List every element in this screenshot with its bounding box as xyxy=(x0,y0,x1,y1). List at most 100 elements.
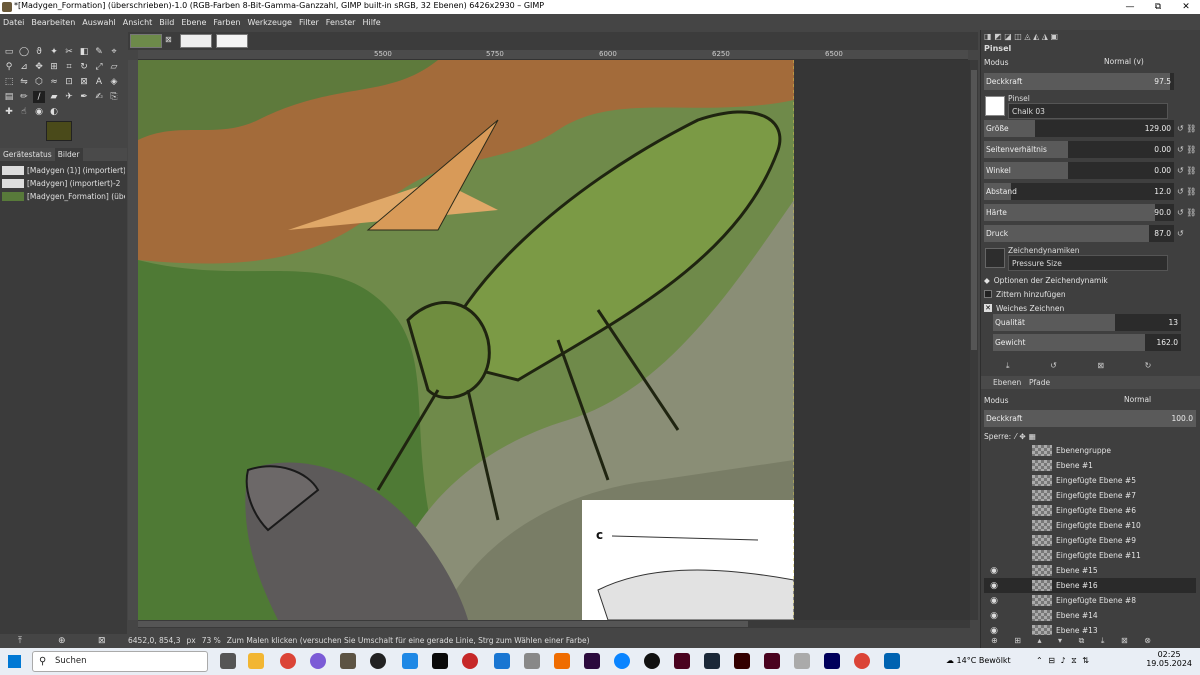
flip-icon[interactable]: ⇋ xyxy=(18,76,30,88)
crop-icon[interactable]: ⌗ xyxy=(63,61,75,73)
scissors-icon[interactable]: ✂ xyxy=(63,46,75,58)
layer-opacity-slider[interactable]: Deckkraft 100.0 xyxy=(984,410,1196,427)
visibility-icon[interactable]: ◉ xyxy=(984,566,1004,576)
app-icon[interactable] xyxy=(402,653,418,669)
tab-pfade[interactable]: Pfade xyxy=(1029,378,1050,387)
cage-icon[interactable]: ⬡ xyxy=(33,76,45,88)
layer-item[interactable]: Eingefügte Ebene #9 xyxy=(984,533,1196,548)
tray-icons[interactable]: ⌃ ⊟ ♪ ⧖ ⇅ xyxy=(1036,656,1089,666)
reset-icon[interactable]: ↺ xyxy=(1177,229,1197,238)
foreground-color[interactable] xyxy=(46,121,72,141)
tab-bilder[interactable]: Bilder xyxy=(54,148,83,161)
ellipse-select-icon[interactable]: ◯ xyxy=(18,46,30,58)
menu-hilfe[interactable]: Hilfe xyxy=(362,18,380,27)
paintbrush-icon[interactable]: / xyxy=(33,91,45,103)
visibility-icon[interactable]: ◉ xyxy=(984,611,1004,621)
unified-transform-icon[interactable]: ⊠ xyxy=(78,76,90,88)
indesign-icon[interactable] xyxy=(764,653,780,669)
layer-item[interactable]: Eingefügte Ebene #11 xyxy=(984,548,1196,563)
chrome-icon[interactable] xyxy=(280,653,296,669)
horizontal-scrollbar[interactable] xyxy=(138,620,970,628)
menu-fenster[interactable]: Fenster xyxy=(326,18,356,27)
visibility-icon[interactable]: ◉ xyxy=(984,626,1004,636)
menu-datei[interactable]: Datei xyxy=(3,18,24,27)
lock-icons[interactable]: ⁄✥▦ xyxy=(1015,432,1039,441)
move-icon[interactable]: ✥ xyxy=(33,61,45,73)
fuzzy-select-icon[interactable]: ✦ xyxy=(48,46,60,58)
weight-slider[interactable]: Gewicht 162.0 xyxy=(993,334,1181,351)
file-explorer-icon[interactable] xyxy=(248,653,264,669)
app-icon[interactable] xyxy=(644,653,660,669)
close-window-button[interactable]: ✕ xyxy=(1172,0,1200,14)
perspective-icon[interactable]: ⬚ xyxy=(3,76,15,88)
layer-item[interactable]: Eingefügte Ebene #7 xyxy=(984,488,1196,503)
layer-item[interactable]: Eingefügte Ebene #6 xyxy=(984,503,1196,518)
image-list-item[interactable]: [Madygen_Formation] (über xyxy=(2,190,125,203)
ink-icon[interactable]: ✒ xyxy=(78,91,90,103)
reset-link-icons[interactable]: ↺ ⛓ xyxy=(1177,187,1197,196)
blur-icon[interactable]: ◉ xyxy=(33,106,45,118)
headset-icon[interactable] xyxy=(462,653,478,669)
airbrush-icon[interactable]: ✈ xyxy=(63,91,75,103)
brush-field[interactable]: Chalk 03 xyxy=(1008,103,1168,119)
hardness-slider[interactable]: Härte 90.0 xyxy=(984,204,1174,221)
image-list-item[interactable]: [Madygen] (importiert)-2 xyxy=(2,177,125,190)
layer-mode-select[interactable]: Normal xyxy=(1124,395,1151,404)
brush-preview[interactable] xyxy=(985,96,1005,116)
image-tab-formation[interactable] xyxy=(130,34,162,48)
rect-select-icon[interactable]: ▭ xyxy=(3,46,15,58)
chrome-icon[interactable] xyxy=(854,653,870,669)
zoom-icon[interactable]: ⚲ xyxy=(3,61,15,73)
shear-icon[interactable]: ▱ xyxy=(108,61,120,73)
layer-buttons[interactable]: ⊕ ⊞ ▴ ▾ ⧉ ⤓ ⊠ ⊗ xyxy=(991,636,1196,646)
after-effects-icon[interactable] xyxy=(824,653,840,669)
heal-icon[interactable]: ✚ xyxy=(3,106,15,118)
layer-item[interactable]: Ebene #1 xyxy=(984,458,1196,473)
image-tab-madygen-2[interactable] xyxy=(216,34,248,48)
smudge-icon[interactable]: ☝ xyxy=(18,106,30,118)
bucket-fill-icon[interactable]: ◈ xyxy=(108,76,120,88)
layer-item[interactable]: ◉ Ebene #13 xyxy=(984,623,1196,635)
layer-item[interactable]: ◉ Eingefügte Ebene #8 xyxy=(984,593,1196,608)
tab-geraetestatus[interactable]: Gerätestatus xyxy=(0,148,55,161)
dynamics-preview[interactable] xyxy=(985,248,1005,268)
menu-bild[interactable]: Bild xyxy=(159,18,174,27)
text-icon[interactable]: A xyxy=(93,76,105,88)
horizontal-scroll-thumb[interactable] xyxy=(138,621,748,627)
image-list-item[interactable]: [Madygen (1)] (importiert)-3 xyxy=(2,164,125,177)
pencil-icon[interactable]: ✏ xyxy=(18,91,30,103)
unit-select[interactable]: px xyxy=(186,636,195,645)
artwork-canvas[interactable]: c xyxy=(138,60,794,620)
task-view-icon[interactable] xyxy=(220,653,236,669)
reset-link-icons[interactable]: ↺ ⛓ xyxy=(1177,208,1197,217)
weather-widget[interactable]: ☁ 14°C Bewölkt xyxy=(946,656,1011,665)
menu-filter[interactable]: Filter xyxy=(299,18,319,27)
mode-select[interactable]: Normal (v) xyxy=(1104,57,1144,66)
rotate-icon[interactable]: ↻ xyxy=(78,61,90,73)
lasso-icon[interactable]: ϑ xyxy=(33,46,45,58)
canvas-area[interactable]: c xyxy=(138,60,970,620)
layer-item[interactable]: Ebenengruppe xyxy=(984,443,1196,458)
visibility-icon[interactable]: ◉ xyxy=(984,581,1004,591)
size-slider[interactable]: Größe 129.00 xyxy=(984,120,1174,137)
reset-link-icons[interactable]: ↺ ⛓ xyxy=(1177,145,1197,154)
vertical-scrollbar[interactable] xyxy=(970,60,978,620)
aspect-slider[interactable]: Seitenverhältnis 0.00 xyxy=(984,141,1174,158)
vlc-icon[interactable] xyxy=(554,653,570,669)
app-icon[interactable] xyxy=(884,653,900,669)
paths-icon[interactable]: ✎ xyxy=(93,46,105,58)
minimize-button[interactable]: — xyxy=(1116,0,1144,14)
handle-transform-icon[interactable]: ⊡ xyxy=(63,76,75,88)
align-icon[interactable]: ⊞ xyxy=(48,61,60,73)
tool-options-buttons[interactable]: ⤓ ↺ ⊠ ↻ xyxy=(1006,361,1176,371)
dock-tab-icons[interactable]: ◨ ◩ ◪ ◫ ◬ ◭ ◮ ▣ xyxy=(984,32,1196,42)
obs-icon[interactable] xyxy=(370,653,386,669)
dynamics-field[interactable]: Pressure Size xyxy=(1008,255,1168,271)
clone-icon[interactable]: ⎘ xyxy=(108,91,120,103)
mypaint-brush-icon[interactable]: ✍ xyxy=(93,91,105,103)
quality-slider[interactable]: Qualität 13 xyxy=(993,314,1181,331)
menu-ebene[interactable]: Ebene xyxy=(181,18,206,27)
measure-icon[interactable]: ⊿ xyxy=(18,61,30,73)
gimp-taskbar-icon[interactable] xyxy=(340,653,356,669)
delete-icon[interactable]: ⊠ xyxy=(98,636,106,646)
